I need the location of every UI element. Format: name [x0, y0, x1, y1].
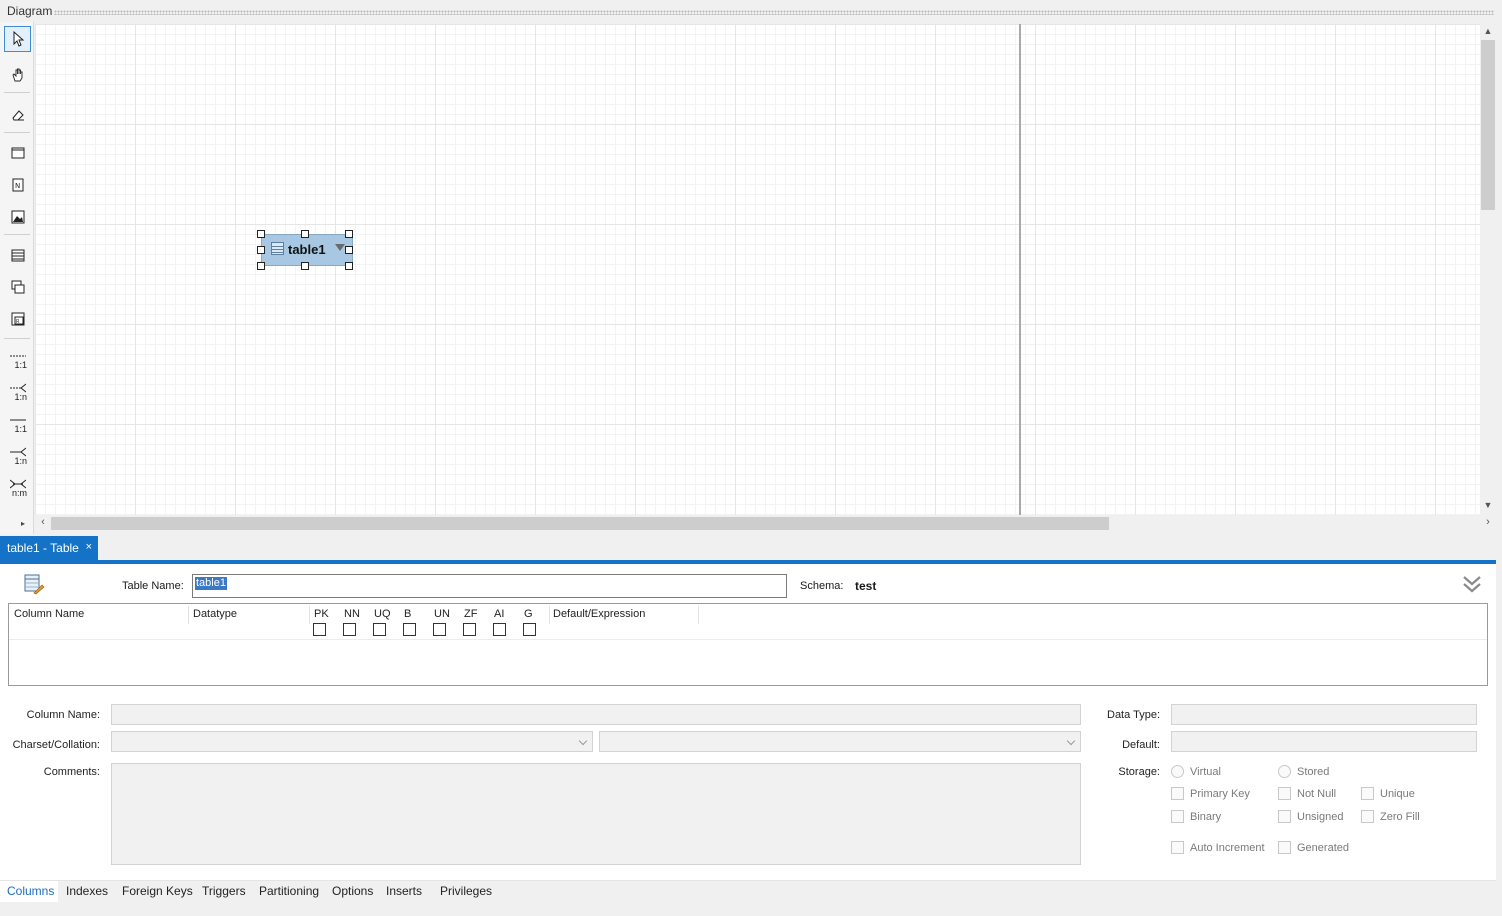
grid-header-column-name[interactable]: Column Name — [14, 608, 84, 620]
tab-partitioning[interactable]: Partitioning — [259, 884, 319, 898]
expand-arrow-icon[interactable] — [335, 244, 345, 251]
grid-header-ai[interactable]: AI — [494, 608, 504, 620]
table-edit-icon — [23, 573, 45, 595]
eraser-tool-icon[interactable] — [4, 102, 31, 128]
grid-header-pk[interactable]: PK — [314, 608, 329, 620]
pk-checkbox[interactable] — [313, 623, 326, 636]
tab-inserts[interactable]: Inserts — [386, 884, 422, 898]
resize-handle[interactable] — [345, 246, 353, 254]
default-label: Default: — [1122, 739, 1160, 751]
grid-header-g[interactable]: G — [524, 608, 533, 620]
binary-checkbox[interactable]: Binary — [1171, 810, 1221, 823]
b-checkbox[interactable] — [403, 623, 416, 636]
scroll-down-icon[interactable]: ▼ — [1480, 500, 1496, 512]
pointer-tool-icon[interactable] — [4, 26, 31, 52]
resize-handle[interactable] — [257, 230, 265, 238]
storage-label: Storage: — [1118, 766, 1160, 778]
table-icon — [271, 242, 284, 255]
tab-columns[interactable]: Columns — [7, 884, 54, 898]
resize-handle[interactable] — [345, 230, 353, 238]
tab-foreign-keys[interactable]: Foreign Keys — [122, 884, 193, 898]
storage-stored-radio[interactable]: Stored — [1278, 765, 1329, 778]
vertical-scroll-thumb[interactable] — [1481, 40, 1495, 210]
grid-header-datatype[interactable]: Datatype — [193, 608, 237, 620]
grid-header-uq[interactable]: UQ — [374, 608, 391, 620]
page-boundary-line — [1019, 24, 1021, 515]
schema-value: test — [855, 579, 877, 593]
unsigned-checkbox[interactable]: Unsigned — [1278, 810, 1343, 823]
not-null-checkbox[interactable]: Not Null — [1278, 787, 1336, 800]
table-name-selected-text[interactable]: table1 — [195, 577, 227, 590]
note-tool-icon[interactable]: N — [4, 172, 31, 198]
view-tool-icon[interactable] — [4, 274, 31, 300]
unique-checkbox[interactable]: Unique — [1361, 787, 1415, 800]
hand-tool-icon[interactable] — [4, 62, 31, 88]
auto-increment-checkbox[interactable]: Auto Increment — [1171, 841, 1265, 854]
columns-grid[interactable]: Column Name Datatype PK NN UQ B UN ZF AI… — [8, 603, 1488, 686]
relationship-1-1-identifying-icon[interactable]: 1:1 — [4, 410, 31, 436]
diagram-toolbox: N R 1:1 1:n 1:1 1:n n:m — [0, 22, 34, 534]
diagram-canvas[interactable]: table1 — [35, 24, 1480, 515]
toolbox-toggle-icon[interactable]: ▸ — [21, 519, 31, 529]
ai-checkbox[interactable] — [493, 623, 506, 636]
primary-key-checkbox[interactable]: Primary Key — [1171, 787, 1250, 800]
schema-label: Schema: — [800, 580, 844, 592]
routine-group-tool-icon[interactable]: R — [4, 306, 31, 332]
svg-text:R: R — [16, 319, 20, 325]
scroll-up-icon[interactable]: ▲ — [1480, 26, 1496, 38]
column-name-field[interactable] — [111, 704, 1081, 725]
resize-handle[interactable] — [345, 262, 353, 270]
un-checkbox[interactable] — [433, 623, 446, 636]
table-name-input[interactable] — [192, 574, 787, 598]
svg-text:N: N — [15, 182, 20, 190]
zero-fill-checkbox[interactable]: Zero Fill — [1361, 810, 1420, 823]
grid-header-zf[interactable]: ZF — [464, 608, 477, 620]
tab-privileges[interactable]: Privileges — [440, 884, 492, 898]
column-name-label: Column Name: — [26, 709, 100, 721]
nn-checkbox[interactable] — [343, 623, 356, 636]
default-field[interactable] — [1171, 731, 1477, 752]
data-type-field[interactable] — [1171, 704, 1477, 725]
tab-table-editor-label: table1 - Table — [7, 541, 79, 555]
charset-collation-label: Charset/Collation: — [12, 739, 100, 751]
scroll-left-icon[interactable]: ‹ — [37, 516, 49, 530]
grid-header-default-expression[interactable]: Default/Expression — [553, 608, 645, 620]
layer-tool-icon[interactable] — [4, 140, 31, 166]
table-figure-name: table1 — [288, 242, 326, 257]
data-type-label: Data Type: — [1107, 709, 1160, 721]
grid-header-nn[interactable]: NN — [344, 608, 360, 620]
grid-header-b[interactable]: B — [404, 608, 411, 620]
horizontal-scroll-thumb[interactable] — [51, 517, 1109, 530]
resize-handle[interactable] — [257, 262, 265, 270]
zf-checkbox[interactable] — [463, 623, 476, 636]
collapse-chevron-icon[interactable] — [1461, 573, 1483, 595]
diagram-header-grip[interactable] — [54, 10, 1494, 15]
tab-indexes[interactable]: Indexes — [66, 884, 108, 898]
comments-textarea[interactable] — [111, 763, 1081, 865]
tab-triggers[interactable]: Triggers — [202, 884, 246, 898]
table-tool-icon[interactable] — [4, 242, 31, 268]
storage-virtual-radio[interactable]: Virtual — [1171, 765, 1221, 778]
diagram-title: Diagram — [7, 4, 53, 18]
grid-header-un[interactable]: UN — [434, 608, 450, 620]
image-tool-icon[interactable] — [4, 204, 31, 230]
relationship-1-1-nonidentifying-icon[interactable]: 1:1 — [4, 346, 31, 372]
generated-checkbox[interactable]: Generated — [1278, 841, 1349, 854]
relationship-1-n-identifying-icon[interactable]: 1:n — [4, 442, 31, 468]
comments-label: Comments: — [43, 766, 100, 778]
g-checkbox[interactable] — [523, 623, 536, 636]
resize-handle[interactable] — [257, 246, 265, 254]
resize-handle[interactable] — [301, 262, 309, 270]
scroll-right-icon[interactable]: › — [1482, 516, 1494, 530]
resize-handle[interactable] — [301, 230, 309, 238]
close-icon[interactable]: × — [86, 541, 92, 553]
table-name-label: Table Name: — [122, 580, 184, 592]
relationship-n-m-icon[interactable]: n:m — [4, 474, 31, 500]
uq-checkbox[interactable] — [373, 623, 386, 636]
tab-table-editor[interactable]: table1 - Table × — [0, 536, 98, 560]
charset-select[interactable] — [111, 731, 593, 752]
relationship-1-n-nonidentifying-icon[interactable]: 1:n — [4, 378, 31, 404]
tab-options[interactable]: Options — [332, 884, 373, 898]
collation-select[interactable] — [599, 731, 1081, 752]
